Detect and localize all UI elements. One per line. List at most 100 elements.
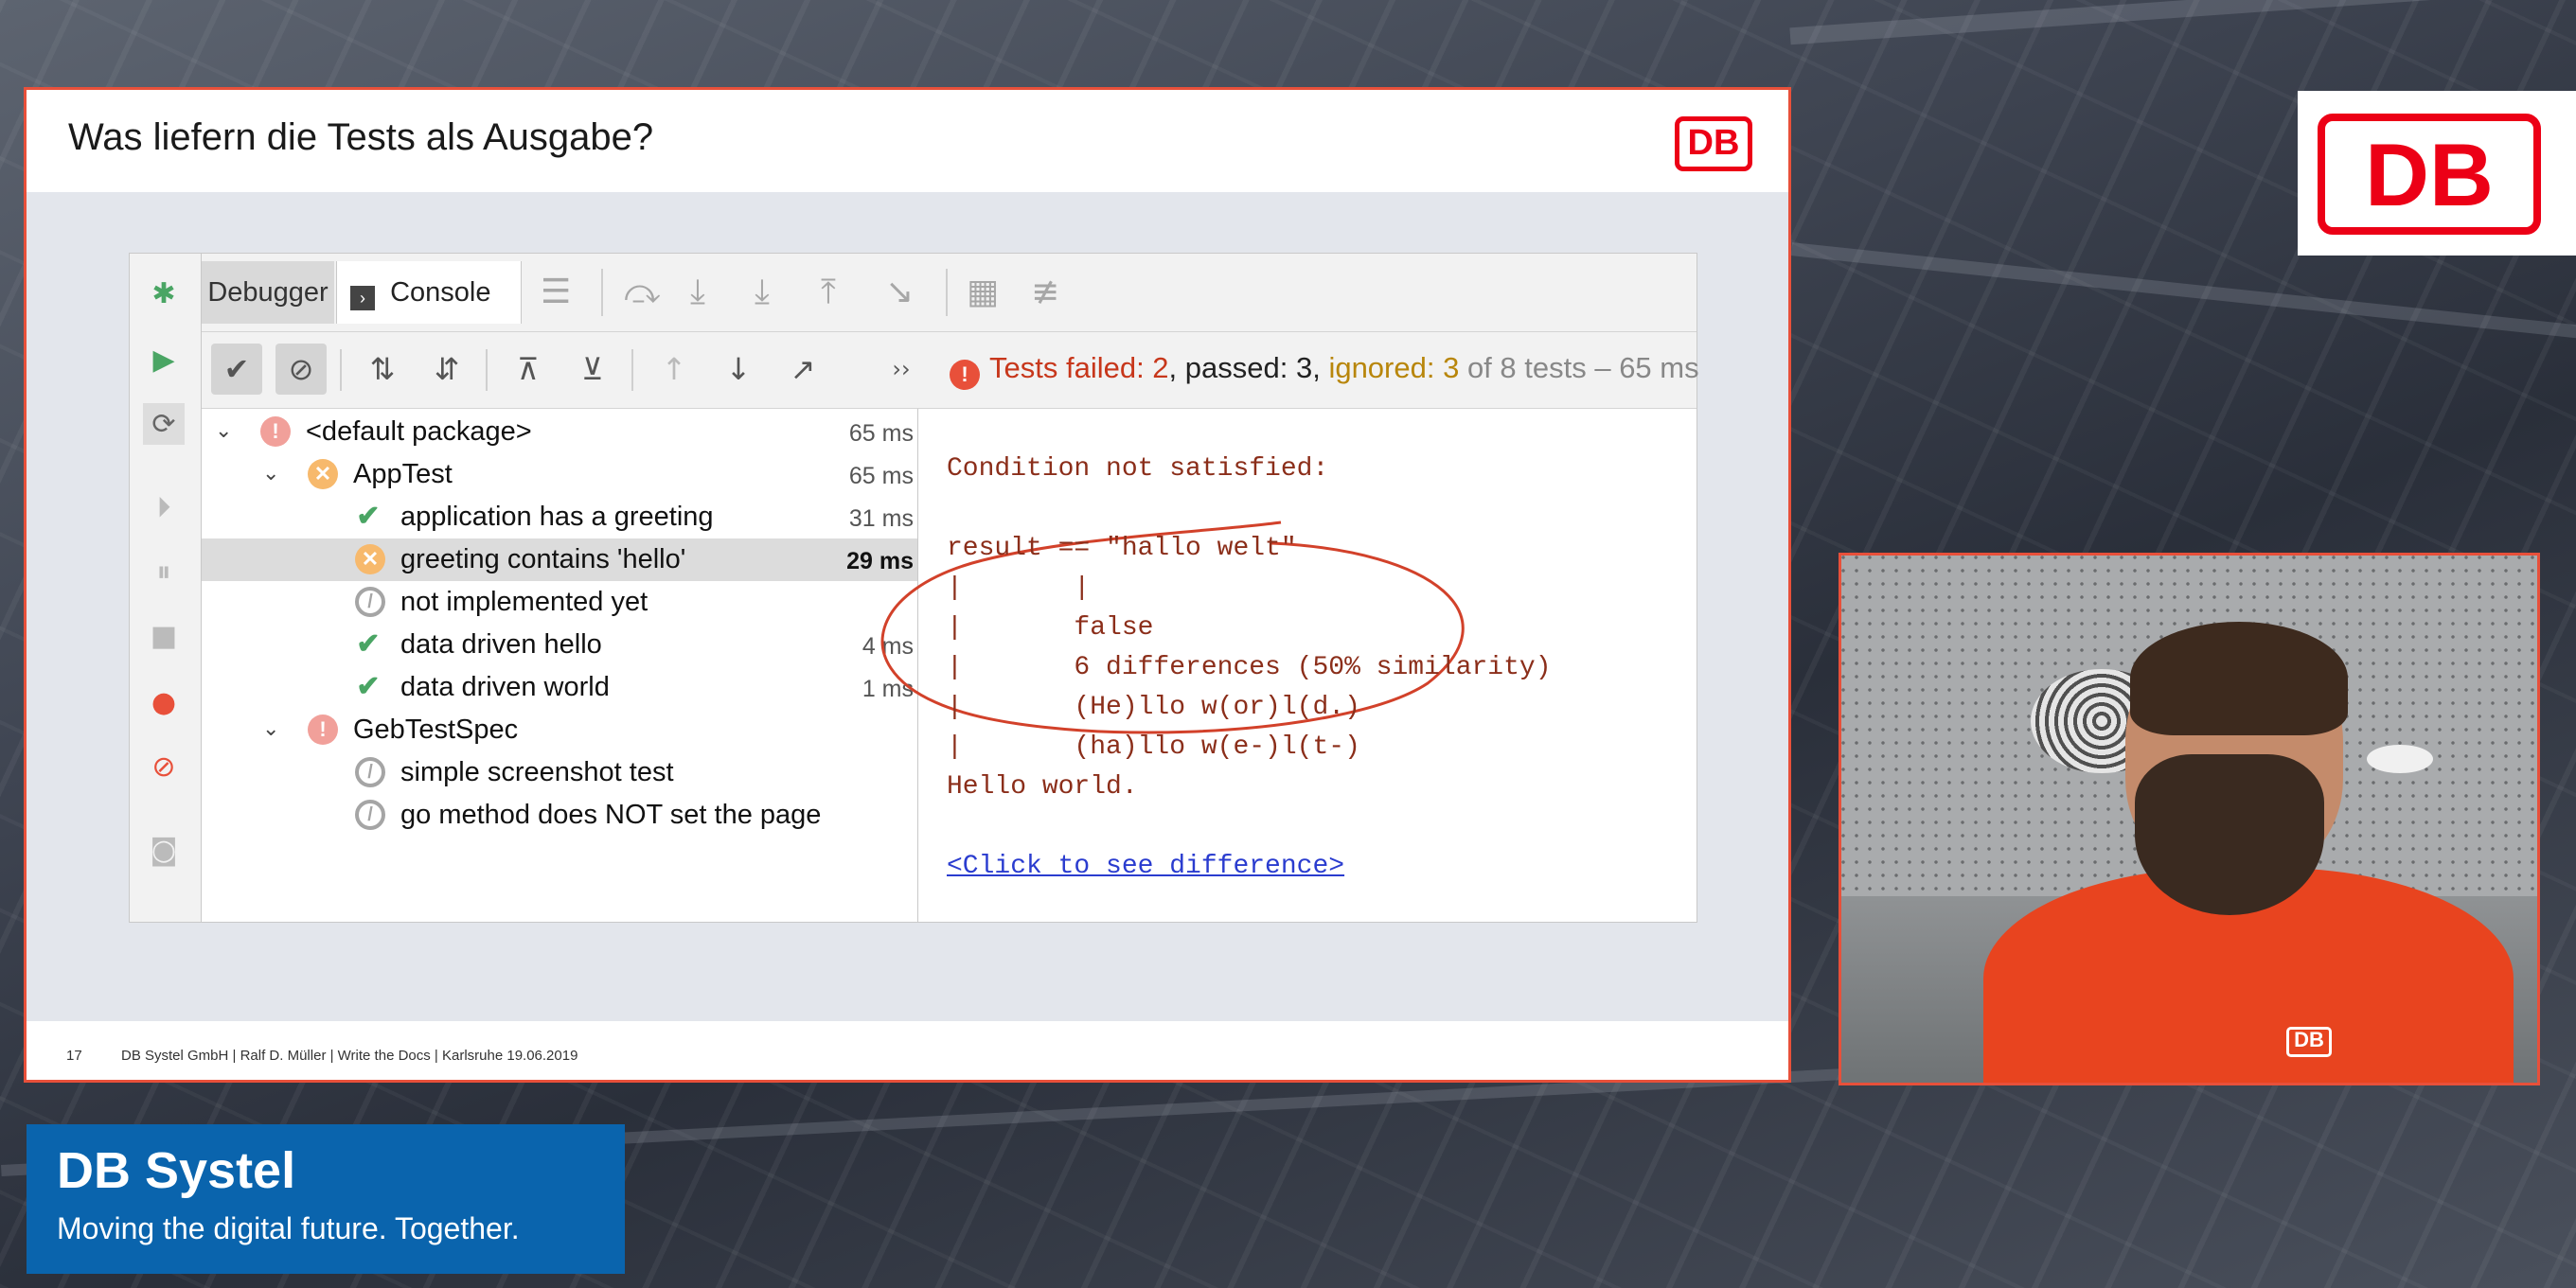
tree-row-test[interactable]: ✔ data driven world 1 ms — [202, 666, 917, 709]
tree-row-default-package[interactable]: ⌄ ! <default package> 65 ms — [202, 411, 917, 453]
previous-failed-icon[interactable]: ↑ — [648, 344, 700, 395]
output-line: Hello world. — [947, 772, 1138, 802]
chevron-down-icon[interactable]: ⌄ — [262, 461, 279, 485]
step-into-icon[interactable]: ⤓ — [690, 273, 705, 312]
ignored-icon: / — [355, 800, 385, 830]
next-failed-icon[interactable]: ↓ — [713, 344, 764, 395]
force-step-into-icon[interactable]: ⤓ — [755, 273, 770, 312]
tree-row-label: greeting contains 'hello' — [400, 544, 686, 574]
speaker-video: DB — [1839, 553, 2540, 1085]
toolbar-separator — [340, 349, 342, 391]
tree-row-apptest[interactable]: ⌄ ✕ AppTest 65 ms — [202, 453, 917, 496]
db-systel-brand-box: DB Systel Moving the digital future. Tog… — [27, 1124, 625, 1274]
status-total: of 8 tests – 65 ms — [1459, 351, 1699, 384]
mute-breakpoints-icon[interactable]: ⊘ — [143, 746, 185, 787]
tree-row-test[interactable]: / not implemented yet — [202, 581, 917, 624]
footer-info: DB Systel GmbH | Ralf D. Müller | Write … — [121, 1048, 578, 1064]
chevron-down-icon[interactable]: ⌄ — [215, 418, 232, 443]
slide-footer: 17 DB Systel GmbH | Ralf D. Müller | Wri… — [27, 1021, 1788, 1080]
tree-row-test[interactable]: / go method does NOT set the page — [202, 794, 917, 837]
more-icon[interactable]: ›› — [876, 344, 927, 395]
db-corner-logo: DB — [2318, 114, 2541, 235]
click-to-see-difference-link[interactable]: <Click to see difference> — [947, 852, 1344, 881]
error-icon: ! — [308, 715, 338, 745]
rerun-failed-icon[interactable]: ▶ — [143, 339, 185, 380]
trace-icon[interactable]: ≢ — [1031, 273, 1059, 311]
slide-header: Was liefern die Tests als Ausgabe? DB — [27, 90, 1788, 192]
pause-icon[interactable]: ⏸ — [143, 551, 185, 592]
tree-row-label: go method does NOT set the page — [400, 800, 822, 830]
expand-all-icon[interactable]: ⊼ — [503, 344, 554, 395]
ide-tab-toolbar: Debugger › Console →• ☰ ⤼ ⤓ ⤓ ⤒ ↘ ▦ ≢ — [202, 254, 1697, 368]
tree-row-label: not implemented yet — [400, 587, 648, 617]
bug-icon[interactable]: ✱ — [143, 273, 185, 314]
tree-row-test-selected[interactable]: ✕ greeting contains 'hello' 29 ms — [202, 538, 917, 581]
step-out-icon[interactable]: ⤒ — [821, 273, 836, 312]
output-line: | | — [947, 573, 1091, 603]
tree-row-label: application has a greeting — [400, 502, 714, 532]
toggle-auto-test-icon[interactable]: ⟳ — [143, 403, 185, 445]
ceiling-lamp — [2367, 745, 2433, 773]
step-over-icon[interactable]: ⤼ — [624, 273, 660, 312]
tree-row-time: 65 ms — [848, 463, 914, 489]
view-breakpoints-icon[interactable]: ● — [143, 681, 185, 723]
sort-by-duration-icon[interactable]: ⇵ — [421, 344, 472, 395]
failed-icon: ✕ — [355, 544, 385, 574]
check-icon: ✔ — [356, 628, 381, 660]
page-number: 17 — [66, 1048, 82, 1064]
test-output-console: Condition not satisfied: result == "hall… — [880, 409, 1697, 922]
sort-alphabetically-icon[interactable]: ⇅ — [357, 344, 408, 395]
test-status-summary: ! Tests failed: 2, passed: 3, ignored: 3 … — [950, 351, 1699, 390]
test-runner-toolbar: ✔ ⊘ ⇅ ⇵ ⊼ ⊻ ↑ ↓ ↗ ›› ! Tests failed: 2, p… — [202, 332, 1699, 409]
error-icon: ! — [950, 360, 980, 390]
tree-row-test[interactable]: ✔ data driven hello 4 ms — [202, 624, 917, 666]
chevron-down-icon[interactable]: ⌄ — [262, 716, 279, 741]
slide-title: Was liefern die Tests als Ausgabe? — [68, 116, 654, 158]
output-line: | (He)llo w(or)l(d.) — [947, 693, 1360, 722]
tab-console-label: Console — [390, 277, 491, 308]
tree-row-gebtestspec[interactable]: ⌄ ! GebTestSpec — [202, 709, 917, 751]
output-line: | 6 differences (50% similarity) — [947, 653, 1552, 682]
show-ignored-icon[interactable]: ⊘ — [275, 344, 327, 395]
tab-console[interactable]: › Console →• — [336, 261, 522, 368]
output-line: Condition not satisfied: — [947, 454, 1329, 484]
output-line: | false — [947, 613, 1154, 643]
tree-row-test[interactable]: ✔ application has a greeting 31 ms — [202, 496, 917, 538]
run-to-cursor-icon[interactable]: ↘ — [885, 273, 914, 311]
toolbar-separator — [486, 349, 488, 391]
check-icon: ✔ — [356, 671, 381, 702]
tree-row-label: data driven world — [400, 672, 610, 702]
presentation-slide: Was liefern die Tests als Ausgabe? DB ✱ … — [24, 87, 1791, 1083]
tab-debugger[interactable]: Debugger — [202, 261, 334, 324]
output-line: result == "hallo welt" — [947, 534, 1297, 563]
tree-row-label: <default package> — [306, 416, 532, 447]
test-tree: ⌄ ! <default package> 65 ms ⌄ ✕ AppTest … — [202, 409, 918, 922]
stop-icon[interactable]: ■ — [143, 615, 185, 657]
menu-icon[interactable]: ☰ — [541, 273, 571, 311]
export-icon[interactable]: ↗ — [777, 344, 828, 395]
evaluate-expression-icon[interactable]: ▦ — [967, 273, 999, 311]
show-passed-icon[interactable]: ✔ — [211, 344, 262, 395]
ignored-icon: / — [355, 587, 385, 617]
tree-row-label: simple screenshot test — [400, 757, 674, 787]
tree-row-time: 65 ms — [848, 420, 914, 447]
tree-row-label: data driven hello — [400, 629, 602, 660]
console-icon: › — [350, 286, 375, 310]
collapse-all-icon[interactable]: ⊻ — [567, 344, 618, 395]
brand-tagline: Moving the digital future. Together. — [57, 1211, 520, 1245]
brand-title: DB Systel — [57, 1142, 296, 1199]
tree-row-label: AppTest — [353, 459, 453, 489]
tree-row-label: GebTestSpec — [353, 715, 519, 745]
toolbar-separator — [631, 349, 633, 391]
tree-row-test[interactable]: / simple screenshot test — [202, 751, 917, 794]
toolbar-separator — [601, 269, 603, 316]
speaker-beard — [2135, 754, 2324, 915]
output-line: | (ha)llo w(e-)l(t-) — [947, 732, 1360, 762]
shirt-db-logo: DB — [2286, 1027, 2332, 1057]
status-ignored: ignored: 3 — [1320, 351, 1460, 384]
camera-icon[interactable]: ◙ — [143, 829, 185, 871]
status-failed: Tests failed: 2 — [989, 351, 1169, 384]
db-logo: DB — [1675, 116, 1752, 171]
resume-icon[interactable]: ⏵ — [143, 486, 185, 528]
toolbar-separator — [946, 269, 948, 316]
